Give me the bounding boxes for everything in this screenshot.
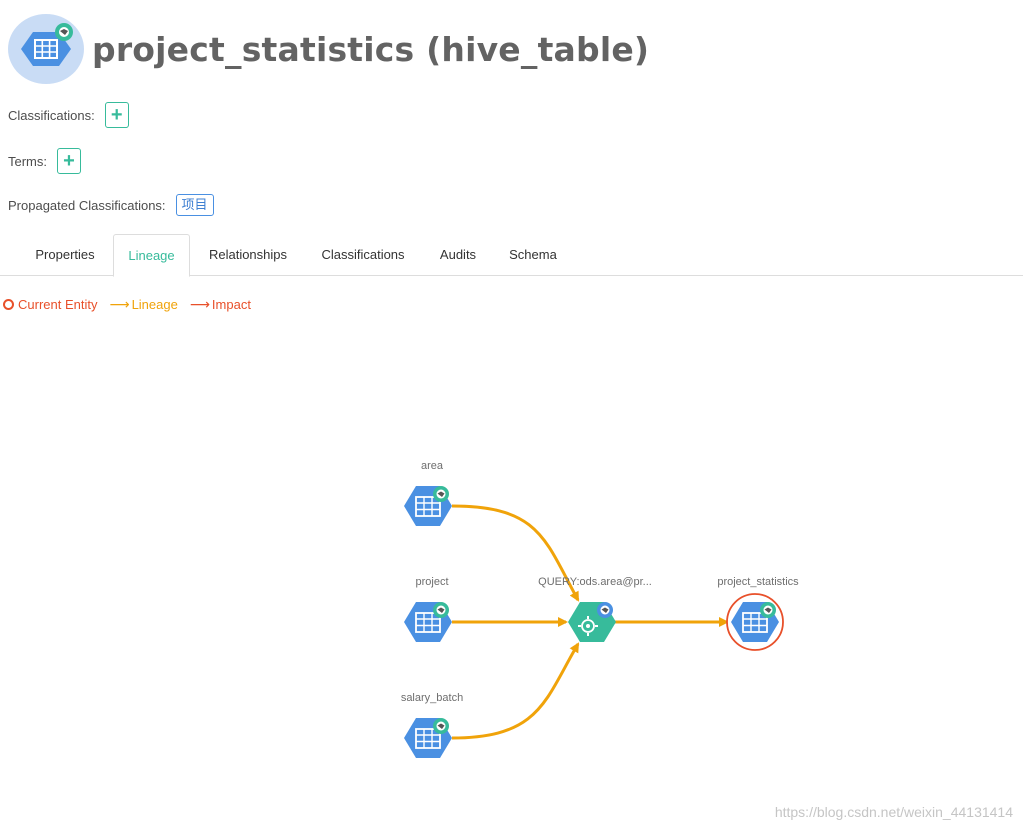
page-title: project_statistics (hive_table) bbox=[92, 29, 650, 69]
propagated-classifications-row: Propagated Classifications: 项目 bbox=[8, 194, 214, 216]
hive-table-icon bbox=[403, 717, 453, 759]
propagated-classifications-label: Propagated Classifications: bbox=[8, 197, 166, 213]
legend-lineage: ⟶ Lineage bbox=[109, 296, 177, 313]
lineage-node-salary-batch[interactable]: salary_batch bbox=[401, 692, 463, 759]
tab-schema[interactable]: Schema bbox=[496, 234, 570, 276]
tab-audits[interactable]: Audits bbox=[424, 234, 492, 276]
current-entity-circle-icon bbox=[3, 299, 14, 310]
hive-table-icon bbox=[8, 14, 84, 84]
legend-current-label: Current Entity bbox=[18, 297, 98, 312]
tab-relationships[interactable]: Relationships bbox=[193, 234, 303, 276]
watermark: https://blog.csdn.net/weixin_44131414 bbox=[774, 804, 1013, 820]
node-label-project: project bbox=[415, 576, 448, 588]
node-label-project-statistics: project_statistics bbox=[717, 576, 799, 588]
node-label-salary-batch: salary_batch bbox=[401, 692, 463, 704]
entity-tabs: Properties Lineage Relationships Classif… bbox=[0, 234, 1023, 277]
add-term-button[interactable]: + bbox=[57, 148, 81, 174]
process-gear-icon bbox=[568, 602, 616, 642]
legend-impact-label: Impact bbox=[211, 297, 251, 312]
terms-label: Terms: bbox=[8, 153, 47, 169]
tab-lineage[interactable]: Lineage bbox=[113, 234, 190, 277]
legend-current-entity: Current Entity bbox=[3, 297, 97, 312]
tab-properties[interactable]: Properties bbox=[20, 234, 110, 276]
legend-impact: ⟶ Impact bbox=[190, 296, 251, 313]
lineage-graph: area project salary_batch QUERY:ods.area… bbox=[401, 460, 799, 759]
terms-row: Terms: + bbox=[8, 148, 81, 174]
add-classification-button[interactable]: + bbox=[104, 102, 129, 128]
propagated-classification-tag[interactable]: 项目 bbox=[175, 194, 214, 216]
node-label-area: area bbox=[421, 460, 444, 472]
legend-lineage-label: Lineage bbox=[131, 297, 178, 312]
impact-arrow-icon: ⟶ bbox=[189, 296, 210, 312]
hive-table-icon bbox=[403, 601, 453, 643]
node-label-query: QUERY:ods.area@pr... bbox=[538, 576, 652, 588]
lineage-node-area[interactable]: area bbox=[403, 460, 453, 527]
tab-classifications[interactable]: Classifications bbox=[306, 234, 420, 276]
edge-salary-batch-to-query bbox=[451, 642, 580, 740]
lineage-arrow-icon: ⟶ bbox=[109, 296, 130, 312]
lineage-node-query-process[interactable]: QUERY:ods.area@pr... bbox=[538, 576, 652, 642]
lineage-legend: Current Entity ⟶ Lineage ⟶ Impact bbox=[3, 296, 263, 313]
classifications-label: Classifications: bbox=[8, 107, 95, 123]
entity-header: project_statistics (hive_table) bbox=[8, 14, 649, 84]
lineage-node-project-statistics[interactable]: project_statistics bbox=[717, 576, 799, 651]
lineage-node-project[interactable]: project bbox=[403, 576, 453, 643]
hive-table-icon bbox=[403, 485, 453, 527]
classifications-row: Classifications: + bbox=[8, 102, 129, 128]
